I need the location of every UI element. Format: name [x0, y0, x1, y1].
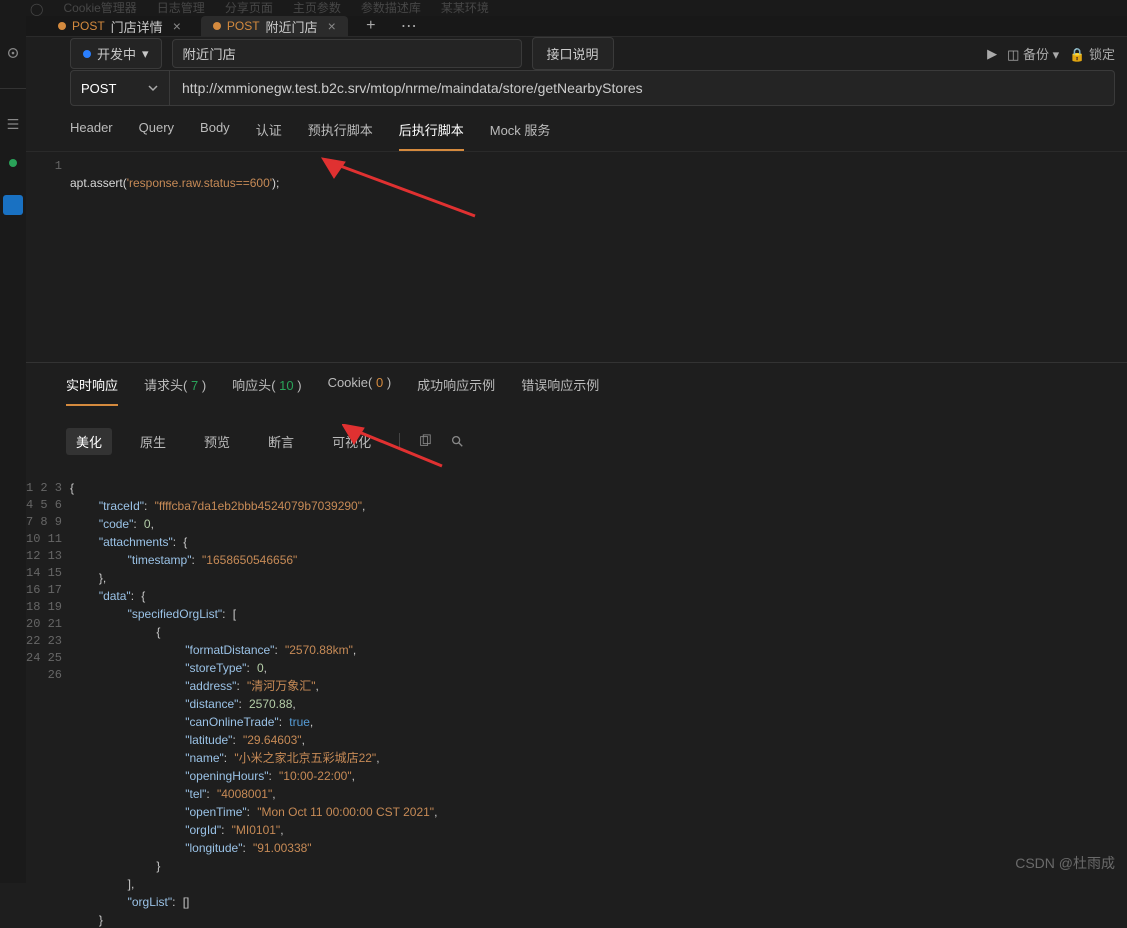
lock-button[interactable]: 🔒 锁定 — [1069, 44, 1115, 63]
tab-store-detail[interactable]: POST 门店详情 × — [46, 16, 193, 36]
watermark: CSDN @杜雨成 — [1015, 853, 1115, 873]
url-input[interactable] — [170, 70, 1115, 106]
top-menubar: ◯Cookie管理器日志管理分享页面主页参数参数描述库某某环境 — [0, 0, 1127, 16]
request-tabs: Header Query Body 认证 预执行脚本 后执行脚本 Mock 服务 — [26, 106, 1127, 152]
tab-body[interactable]: Body — [200, 120, 230, 151]
json-viewer[interactable]: 1 2 3 4 5 6 7 8 9 10 11 12 13 14 15 16 1… — [26, 476, 1127, 928]
resp-tab-success[interactable]: 成功响应示例 — [417, 375, 495, 406]
json-gutter: 1 2 3 4 5 6 7 8 9 10 11 12 13 14 15 16 1… — [26, 476, 70, 928]
search-icon[interactable] — [450, 434, 464, 448]
target-icon[interactable] — [6, 46, 20, 60]
resp-tab-reqheaders[interactable]: 请求头( 7 ) — [144, 375, 206, 406]
resp-tab-error[interactable]: 错误响应示例 — [521, 375, 599, 406]
active-panel-icon[interactable] — [3, 195, 23, 215]
tab-postscript[interactable]: 后执行脚本 — [399, 120, 464, 151]
http-method-select[interactable]: POST — [70, 70, 170, 106]
api-name-input[interactable] — [172, 39, 522, 68]
view-visual[interactable]: 可视化 — [322, 428, 381, 455]
resp-tab-live[interactable]: 实时响应 — [66, 375, 118, 406]
response-view-toolbar: 美化 原生 预览 断言 可视化 — [26, 406, 1127, 476]
chevron-down-icon: ▾ — [142, 46, 149, 62]
tab-nearby-stores[interactable]: POST 附近门店 × — [201, 16, 348, 36]
chevron-down-icon — [147, 82, 159, 94]
tab-prescript[interactable]: 预执行脚本 — [308, 120, 373, 151]
backup-button[interactable]: ◫ 备份 ▾ — [1007, 44, 1059, 63]
copy-icon[interactable] — [418, 434, 432, 448]
view-beautify[interactable]: 美化 — [66, 428, 112, 455]
tab-auth[interactable]: 认证 — [256, 120, 282, 151]
resp-tab-cookie[interactable]: Cookie( 0 ) — [328, 375, 392, 406]
add-tab-button[interactable]: + — [356, 16, 386, 36]
editor-gutter: 1 — [26, 152, 70, 362]
resp-tab-respheaders[interactable]: 响应头( 10 ) — [232, 375, 301, 406]
tab-query[interactable]: Query — [139, 120, 174, 151]
tab-header[interactable]: Header — [70, 120, 113, 151]
tab-mock[interactable]: Mock 服务 — [490, 120, 551, 151]
left-rail — [0, 16, 26, 883]
tab-strip: POST 门店详情 × POST 附近门店 × + ⋯ — [26, 16, 1127, 37]
close-icon[interactable]: × — [173, 18, 181, 34]
close-icon[interactable]: × — [328, 18, 336, 34]
status-pill[interactable]: 开发中 ▾ — [70, 38, 162, 69]
view-preview[interactable]: 预览 — [194, 428, 240, 455]
status-dot-icon — [83, 50, 91, 58]
script-editor[interactable]: 1 apt.assert('response.raw.status==600')… — [26, 152, 1127, 362]
run-icon[interactable]: ▶ — [987, 46, 997, 62]
unsaved-dot-icon — [58, 22, 66, 30]
api-desc-button[interactable]: 接口说明 — [532, 37, 614, 70]
response-tabs: 实时响应 请求头( 7 ) 响应头( 10 ) Cookie( 0 ) 成功响应… — [26, 363, 1127, 406]
list-icon[interactable] — [6, 117, 20, 131]
annotation-arrow-icon — [320, 156, 490, 226]
env-indicator-icon[interactable] — [9, 159, 17, 167]
unsaved-dot-icon — [213, 22, 221, 30]
view-raw[interactable]: 原生 — [130, 428, 176, 455]
tab-overflow-button[interactable]: ⋯ — [394, 16, 424, 36]
view-assert[interactable]: 断言 — [258, 428, 304, 455]
